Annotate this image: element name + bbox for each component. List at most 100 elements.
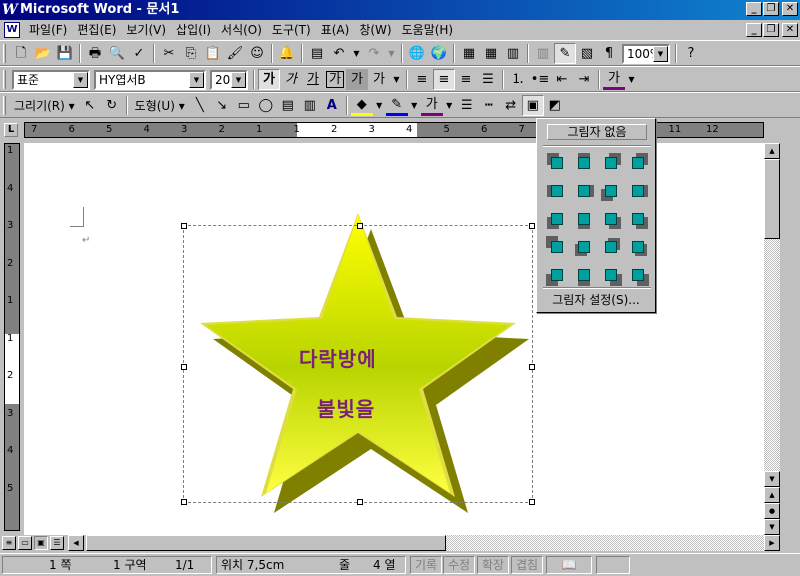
fill-color-icon[interactable]: ◆ [350,95,373,116]
insert-excel-icon[interactable]: ▥ [502,43,524,64]
increase-indent-icon[interactable]: ⇥ [573,69,595,90]
chevron-down-icon[interactable]: ▼ [231,71,246,88]
print-icon[interactable]: 🖶 [84,43,106,64]
shadow-style-option[interactable] [545,179,569,203]
menu-format[interactable]: 서식(O) [216,22,267,38]
resize-handle[interactable] [529,223,535,229]
status-ovr[interactable]: 겹침 [511,556,544,574]
resize-handle[interactable] [357,499,363,505]
undo-dropdown-icon[interactable]: ▼ [350,43,363,64]
redo-dropdown-icon[interactable]: ▼ [385,43,398,64]
word-app-icon[interactable]: W [2,2,18,18]
doc-minimize-button[interactable]: _ [746,23,762,37]
undo-icon[interactable]: ↶ [328,43,350,64]
close-button[interactable]: ✕ [782,2,798,16]
menu-table[interactable]: 표(A) [316,22,355,38]
format-painter-icon[interactable]: 🖌 [224,43,246,64]
outline-view-icon[interactable]: ☰ [50,536,64,550]
text-box-icon[interactable]: ▤ [277,95,299,116]
autoshapes-menu-button[interactable]: 도형(U) ▾ [131,95,189,116]
columns-layout-icon[interactable]: ▥ [532,43,554,64]
shadow-style-option[interactable] [626,235,650,259]
align-left-icon[interactable]: ≡ [411,69,433,90]
shadow-style-option[interactable] [599,235,623,259]
cut-icon[interactable]: ✂ [158,43,180,64]
draw-font-color-button[interactable]: 가 [420,95,443,116]
help-icon[interactable]: ? [680,43,702,64]
normal-view-icon[interactable]: ≡ [2,536,16,550]
rectangle-icon[interactable]: ▭ [233,95,255,116]
horizontal-scroll-thumb[interactable] [86,535,446,551]
drawing-toggle-icon[interactable]: ✎ [554,43,576,64]
document-icon[interactable]: W [4,22,20,38]
spelling-status-icon[interactable]: 📖 [546,556,592,574]
shadow-style-option[interactable] [545,263,569,287]
print-layout-view-icon[interactable]: ▣ [34,536,48,550]
dash-style-icon[interactable]: ┅ [478,95,500,116]
underline-button[interactable]: 가 [302,69,324,90]
shadow-style-option[interactable] [572,263,596,287]
3d-icon[interactable]: ◩ [544,95,566,116]
shadow-style-option[interactable] [626,207,650,231]
char-shading-button[interactable]: 가 [346,69,368,90]
menu-view[interactable]: 보기(V) [121,22,171,38]
resize-handle[interactable] [529,499,535,505]
toolbar-grip[interactable] [3,70,6,89]
chevron-down-icon[interactable]: ▼ [189,71,204,88]
show-hide-icon[interactable]: ¶ [598,43,620,64]
resize-handle[interactable] [357,223,363,229]
draw-font-color-dropdown-icon[interactable]: ▼ [443,95,456,116]
shadow-style-option[interactable] [626,263,650,287]
shadow-style-option[interactable] [626,179,650,203]
minimize-button[interactable]: _ [746,2,762,16]
numbering-icon[interactable]: ⒈ [507,69,529,90]
doc-close-button[interactable]: ✕ [782,23,798,37]
shadow-icon[interactable]: ▣ [521,95,544,116]
style-combo[interactable]: 표준 ▼ [12,69,90,90]
redo-icon[interactable]: ↷ [363,43,385,64]
scroll-up-icon[interactable]: ▲ [764,143,780,159]
vertical-scroll-thumb[interactable] [764,159,780,239]
toolbar-grip[interactable] [3,44,6,63]
paste-icon[interactable]: 📋 [202,43,224,64]
resize-handle[interactable] [181,223,187,229]
copy-icon[interactable]: ⎘ [180,43,202,64]
previous-page-icon[interactable]: ▲ [764,487,780,503]
font-size-combo[interactable]: 20 ▼ [210,69,248,90]
status-trk[interactable]: 수정 [443,556,476,574]
browse-object-icon[interactable]: ● [764,503,780,519]
save-icon[interactable]: 💾 [54,43,76,64]
shadow-style-option[interactable] [572,151,596,175]
zoom-combo[interactable]: 100% ▼ [622,43,670,64]
char-border-button[interactable]: 가 [326,71,344,88]
shadow-style-option[interactable] [599,151,623,175]
menu-edit[interactable]: 편집(E) [72,22,121,38]
menu-window[interactable]: 창(W) [354,22,396,38]
status-ext[interactable]: 확장 [477,556,510,574]
horizontal-scrollbar[interactable]: ≡ ▭ ▣ ☰ ◀ ▶ [0,535,780,551]
document-map-icon[interactable]: ▧ [576,43,598,64]
menu-help[interactable]: 도움말(H) [397,22,459,38]
resize-handle[interactable] [529,364,535,370]
web-toolbar-icon[interactable]: 🌐 [406,43,428,64]
print-preview-icon[interactable]: 🔍 [106,43,128,64]
shadow-style-option[interactable] [626,151,650,175]
menu-tools[interactable]: 도구(T) [267,22,316,38]
vertical-text-box-icon[interactable]: ▥ [299,95,321,116]
arrow-icon[interactable]: ↘ [211,95,233,116]
char-spacing-button[interactable]: 가 [368,69,390,90]
line-color-icon[interactable]: ✎ [385,95,408,116]
shadow-style-option[interactable] [572,235,596,259]
columns-icon[interactable]: ▤ [306,43,328,64]
doc-restore-button[interactable]: ❐ [763,23,779,37]
smiley-icon[interactable]: ☺ [246,43,268,64]
align-center-icon[interactable]: ≡ [433,69,455,90]
italic-button[interactable]: 가 [280,69,302,90]
oval-icon[interactable]: ◯ [255,95,277,116]
font-color-button[interactable]: 가 [603,69,625,90]
tables-borders-icon[interactable]: ▦ [458,43,480,64]
decrease-indent-icon[interactable]: ⇤ [551,69,573,90]
spelling-icon[interactable]: ✓ [128,43,150,64]
shadow-style-option[interactable] [545,151,569,175]
draw-menu-button[interactable]: 그리기(R) ▾ [10,95,79,116]
